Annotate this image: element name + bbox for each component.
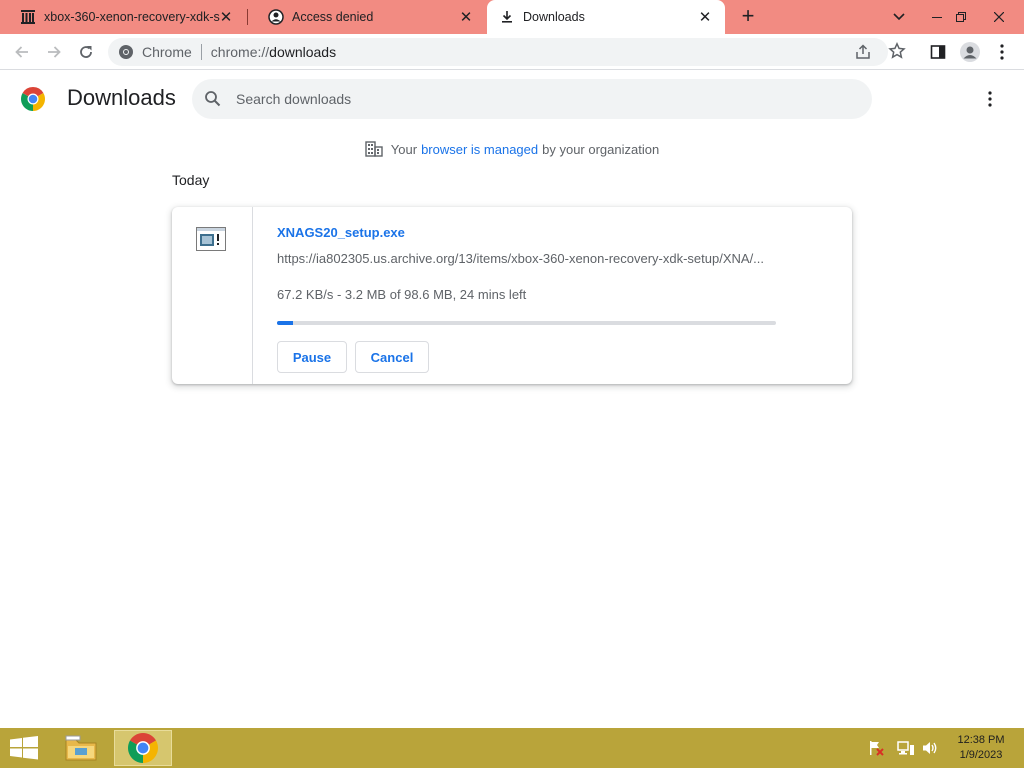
taskbar-chrome[interactable] bbox=[114, 730, 172, 766]
back-button[interactable] bbox=[10, 40, 34, 64]
action-center-flag-icon[interactable] bbox=[866, 738, 886, 758]
close-tab-icon[interactable]: ✕ bbox=[218, 9, 234, 26]
downloads-menu-icon[interactable] bbox=[980, 87, 1000, 111]
archive-org-icon bbox=[20, 9, 36, 25]
clock-date: 1/9/2023 bbox=[959, 749, 1003, 761]
forward-button[interactable] bbox=[42, 40, 66, 64]
tab-strip: xbox-360-xenon-recovery-xdk-s ✕ Access d… bbox=[0, 0, 1024, 34]
volume-icon[interactable] bbox=[920, 738, 940, 758]
search-icon bbox=[204, 90, 222, 113]
url-host: downloads bbox=[269, 44, 337, 60]
windows-start-icon[interactable] bbox=[10, 736, 38, 760]
tab-downloads[interactable]: Downloads ✕ bbox=[487, 0, 725, 34]
bookmark-star-icon[interactable] bbox=[888, 41, 906, 63]
section-heading-today: Today bbox=[172, 172, 210, 188]
download-status: 67.2 KB/s - 3.2 MB of 98.6 MB, 24 mins l… bbox=[277, 287, 527, 302]
reload-button[interactable] bbox=[74, 40, 98, 64]
taskbar-file-explorer[interactable] bbox=[56, 730, 106, 766]
new-tab-button[interactable]: + bbox=[736, 5, 760, 29]
profile-avatar-icon[interactable] bbox=[958, 40, 982, 64]
tab-xbox-archive[interactable]: xbox-360-xenon-recovery-xdk-s ✕ bbox=[0, 0, 246, 34]
download-progress-bar bbox=[277, 321, 776, 325]
file-explorer-icon bbox=[65, 735, 97, 761]
chrome-site-icon bbox=[119, 45, 133, 59]
tab-title: Downloads bbox=[523, 10, 585, 24]
chrome-logo-icon bbox=[21, 87, 45, 111]
managed-suffix: by your organization bbox=[542, 141, 660, 157]
url-scheme: chrome:// bbox=[210, 44, 270, 60]
site-label: Chrome bbox=[142, 44, 192, 60]
browser-menu-icon[interactable] bbox=[990, 40, 1014, 64]
side-panel-icon[interactable] bbox=[926, 40, 950, 64]
close-tab-icon[interactable]: ✕ bbox=[697, 9, 713, 26]
chrome-taskbar-icon bbox=[128, 733, 158, 763]
restore-button[interactable] bbox=[946, 0, 976, 34]
browser-toolbar: Chrome chrome://downloads bbox=[0, 34, 1024, 70]
site-info[interactable]: Chrome bbox=[118, 44, 192, 60]
share-icon[interactable] bbox=[854, 43, 872, 64]
exe-file-icon bbox=[196, 227, 226, 251]
windows-taskbar: 12:38 PM 1/9/2023 bbox=[0, 728, 1024, 768]
close-tab-icon[interactable]: ✕ bbox=[458, 9, 474, 26]
managed-prefix: Your bbox=[390, 141, 418, 157]
close-window-button[interactable] bbox=[984, 0, 1014, 34]
taskbar-clock[interactable]: 12:38 PM 1/9/2023 bbox=[950, 733, 1012, 763]
clock-time: 12:38 PM bbox=[957, 734, 1005, 746]
downloads-header: Downloads bbox=[0, 71, 1024, 127]
tab-access-denied[interactable]: Access denied ✕ bbox=[248, 0, 486, 34]
download-icon bbox=[499, 9, 515, 25]
managed-notice: Your browser is managed by your organiza… bbox=[0, 140, 1024, 158]
address-bar[interactable]: Chrome chrome://downloads bbox=[108, 38, 906, 66]
download-item: XNAGS20_setup.exe https://ia802305.us.ar… bbox=[172, 207, 852, 384]
download-source-url[interactable]: https://ia802305.us.archive.org/13/items… bbox=[277, 251, 777, 266]
network-icon[interactable] bbox=[896, 738, 916, 758]
search-input[interactable] bbox=[236, 89, 836, 109]
download-progress-fill bbox=[277, 321, 293, 325]
access-denied-icon bbox=[268, 9, 284, 25]
building-icon bbox=[365, 140, 383, 158]
browser-managed-link[interactable]: browser is managed bbox=[421, 142, 538, 157]
page-title: Downloads bbox=[67, 85, 176, 110]
omnibox-divider bbox=[200, 44, 202, 60]
tab-title: xbox-360-xenon-recovery-xdk-s bbox=[44, 10, 220, 24]
file-icon-column bbox=[172, 207, 253, 384]
download-filename-link[interactable]: XNAGS20_setup.exe bbox=[277, 225, 405, 240]
tab-search-chevron-icon[interactable] bbox=[884, 0, 914, 34]
cancel-button[interactable]: Cancel bbox=[355, 341, 429, 373]
tab-title: Access denied bbox=[292, 10, 374, 24]
search-downloads-bar[interactable] bbox=[192, 79, 872, 119]
pause-button[interactable]: Pause bbox=[277, 341, 347, 373]
